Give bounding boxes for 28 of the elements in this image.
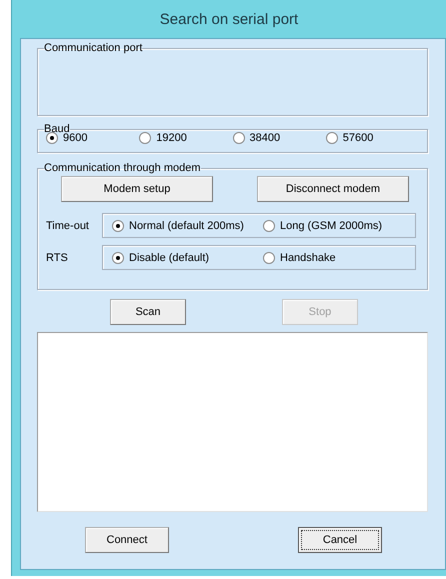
radio-button[interactable] [112, 252, 124, 264]
radio-button[interactable] [263, 252, 275, 264]
radio-label[interactable]: Long (GSM 2000ms) [280, 220, 382, 232]
button: Stop [282, 299, 358, 325]
group-label: Baud [44, 123, 70, 135]
radio-label[interactable]: Handshake [280, 252, 336, 264]
radio-label[interactable]: 19200 [156, 132, 187, 144]
button[interactable]: Disconnect modem [257, 176, 409, 202]
radio-label[interactable]: 9600 [63, 132, 88, 144]
group-label: Communication through modem [44, 162, 201, 174]
radio-button[interactable] [112, 220, 124, 232]
setting-label: Time-out [46, 220, 90, 232]
setting-label: RTS [46, 252, 69, 264]
radio-label[interactable]: Disable (default) [129, 252, 210, 264]
button[interactable]: Modem setup [61, 176, 213, 202]
radio-label[interactable]: Normal (default 200ms) [129, 220, 244, 232]
radio-button[interactable] [139, 132, 152, 144]
button[interactable]: Scan [110, 299, 186, 325]
radio-button[interactable] [232, 132, 244, 144]
button[interactable]: Cancel [298, 527, 382, 553]
radio-label[interactable]: 57600 [342, 132, 374, 144]
radio-button[interactable] [263, 220, 275, 232]
window-title: Search on serial port [160, 10, 298, 28]
button[interactable]: Connect [85, 527, 169, 553]
radio-button[interactable] [326, 132, 338, 144]
radio-label[interactable]: 38400 [250, 132, 280, 144]
group-label: Communication port [44, 42, 142, 54]
radio-button[interactable] [46, 132, 58, 144]
